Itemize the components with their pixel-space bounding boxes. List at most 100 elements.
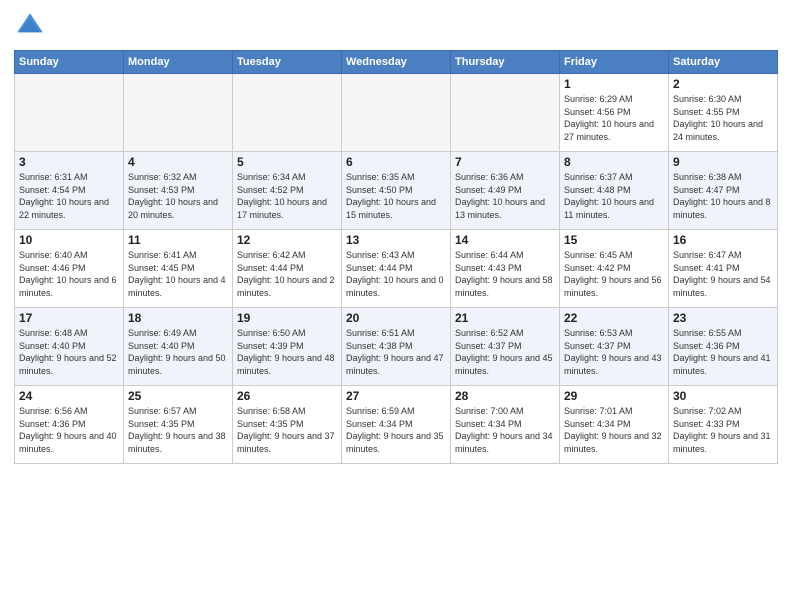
calendar-cell: 2 Sunrise: 6:30 AM Sunset: 4:55 PM Daylig… (669, 74, 778, 152)
calendar-cell: 11 Sunrise: 6:41 AM Sunset: 4:45 PM Dayli… (124, 230, 233, 308)
calendar-cell: 28 Sunrise: 7:00 AM Sunset: 4:34 PM Dayli… (451, 386, 560, 464)
calendar-week-row: 1Sunrise: 6:29 AM Sunset: 4:56 PM Daylig… (15, 74, 778, 152)
calendar-cell: 18 Sunrise: 6:49 AM Sunset: 4:40 PM Dayli… (124, 308, 233, 386)
calendar-cell: 10 Sunrise: 6:40 AM Sunset: 4:46 PM Dayli… (15, 230, 124, 308)
calendar-cell: 14 Sunrise: 6:44 AM Sunset: 4:43 PM Dayli… (451, 230, 560, 308)
calendar-cell: 30 Sunrise: 7:02 AM Sunset: 4:33 PM Dayli… (669, 386, 778, 464)
day-number: 29 (564, 389, 664, 403)
calendar-cell (233, 74, 342, 152)
calendar-cell: 17 Sunrise: 6:48 AM Sunset: 4:40 PM Dayli… (15, 308, 124, 386)
day-info: Sunrise: 6:36 AM Sunset: 4:49 PM Dayligh… (455, 171, 555, 221)
day-info: Sunrise: 6:42 AM Sunset: 4:44 PM Dayligh… (237, 249, 337, 299)
day-number: 8 (564, 155, 664, 169)
day-info: Sunrise: 6:31 AM Sunset: 4:54 PM Dayligh… (19, 171, 119, 221)
calendar-cell: 20Sunrise: 6:51 AM Sunset: 4:38 PM Dayli… (342, 308, 451, 386)
page-container: SundayMondayTuesdayWednesdayThursdayFrid… (0, 0, 792, 470)
weekday-header: Sunday (15, 51, 124, 74)
day-number: 6 (346, 155, 446, 169)
calendar-cell: 23Sunrise: 6:55 AM Sunset: 4:36 PM Dayli… (669, 308, 778, 386)
day-info: Sunrise: 6:47 AM Sunset: 4:41 PM Dayligh… (673, 249, 773, 299)
weekday-header: Wednesday (342, 51, 451, 74)
weekday-header: Friday (560, 51, 669, 74)
logo (14, 10, 50, 42)
day-number: 26 (237, 389, 337, 403)
weekday-header: Thursday (451, 51, 560, 74)
day-info: Sunrise: 6:52 AM Sunset: 4:37 PM Dayligh… (455, 327, 555, 377)
calendar-cell: 25 Sunrise: 6:57 AM Sunset: 4:35 PM Dayli… (124, 386, 233, 464)
day-info: Sunrise: 6:43 AM Sunset: 4:44 PM Dayligh… (346, 249, 446, 299)
day-number: 2 (673, 77, 773, 91)
calendar-cell: 19Sunrise: 6:50 AM Sunset: 4:39 PM Dayli… (233, 308, 342, 386)
day-info: Sunrise: 6:51 AM Sunset: 4:38 PM Dayligh… (346, 327, 446, 377)
day-info: Sunrise: 6:48 AM Sunset: 4:40 PM Dayligh… (19, 327, 119, 377)
day-info: Sunrise: 6:44 AM Sunset: 4:43 PM Dayligh… (455, 249, 555, 299)
calendar-cell: 29 Sunrise: 7:01 AM Sunset: 4:34 PM Dayli… (560, 386, 669, 464)
day-info: Sunrise: 6:45 AM Sunset: 4:42 PM Dayligh… (564, 249, 664, 299)
day-number: 13 (346, 233, 446, 247)
calendar-cell: 9 Sunrise: 6:38 AM Sunset: 4:47 PM Daylig… (669, 152, 778, 230)
calendar-header-row: SundayMondayTuesdayWednesdayThursdayFrid… (15, 51, 778, 74)
day-info: Sunrise: 6:57 AM Sunset: 4:35 PM Dayligh… (128, 405, 228, 455)
day-number: 25 (128, 389, 228, 403)
day-info: Sunrise: 7:01 AM Sunset: 4:34 PM Dayligh… (564, 405, 664, 455)
calendar-week-row: 10 Sunrise: 6:40 AM Sunset: 4:46 PM Dayli… (15, 230, 778, 308)
day-info: Sunrise: 6:37 AM Sunset: 4:48 PM Dayligh… (564, 171, 664, 221)
calendar-cell: 16 Sunrise: 6:47 AM Sunset: 4:41 PM Dayli… (669, 230, 778, 308)
day-number: 19 (237, 311, 337, 325)
day-number: 21 (455, 311, 555, 325)
calendar-cell (342, 74, 451, 152)
calendar-cell: 3 Sunrise: 6:31 AM Sunset: 4:54 PM Daylig… (15, 152, 124, 230)
calendar-cell: 22 Sunrise: 6:53 AM Sunset: 4:37 PM Dayli… (560, 308, 669, 386)
day-number: 16 (673, 233, 773, 247)
calendar-cell (15, 74, 124, 152)
calendar-week-row: 17 Sunrise: 6:48 AM Sunset: 4:40 PM Dayli… (15, 308, 778, 386)
calendar-cell: 21 Sunrise: 6:52 AM Sunset: 4:37 PM Dayli… (451, 308, 560, 386)
day-info: Sunrise: 6:30 AM Sunset: 4:55 PM Dayligh… (673, 93, 773, 143)
day-number: 22 (564, 311, 664, 325)
day-number: 17 (19, 311, 119, 325)
calendar-cell: 5Sunrise: 6:34 AM Sunset: 4:52 PM Daylig… (233, 152, 342, 230)
day-number: 11 (128, 233, 228, 247)
day-info: Sunrise: 6:35 AM Sunset: 4:50 PM Dayligh… (346, 171, 446, 221)
calendar-cell: 12Sunrise: 6:42 AM Sunset: 4:44 PM Dayli… (233, 230, 342, 308)
day-number: 3 (19, 155, 119, 169)
day-info: Sunrise: 7:00 AM Sunset: 4:34 PM Dayligh… (455, 405, 555, 455)
day-info: Sunrise: 6:49 AM Sunset: 4:40 PM Dayligh… (128, 327, 228, 377)
calendar-cell: 15 Sunrise: 6:45 AM Sunset: 4:42 PM Dayli… (560, 230, 669, 308)
calendar-cell: 4Sunrise: 6:32 AM Sunset: 4:53 PM Daylig… (124, 152, 233, 230)
weekday-header: Saturday (669, 51, 778, 74)
day-number: 27 (346, 389, 446, 403)
day-number: 24 (19, 389, 119, 403)
day-number: 28 (455, 389, 555, 403)
day-number: 4 (128, 155, 228, 169)
day-info: Sunrise: 6:29 AM Sunset: 4:56 PM Dayligh… (564, 93, 664, 143)
day-info: Sunrise: 6:56 AM Sunset: 4:36 PM Dayligh… (19, 405, 119, 455)
calendar-cell: 24 Sunrise: 6:56 AM Sunset: 4:36 PM Dayli… (15, 386, 124, 464)
day-info: Sunrise: 6:53 AM Sunset: 4:37 PM Dayligh… (564, 327, 664, 377)
calendar-cell (124, 74, 233, 152)
day-number: 14 (455, 233, 555, 247)
calendar-cell: 7 Sunrise: 6:36 AM Sunset: 4:49 PM Daylig… (451, 152, 560, 230)
day-number: 15 (564, 233, 664, 247)
day-number: 7 (455, 155, 555, 169)
day-number: 10 (19, 233, 119, 247)
day-info: Sunrise: 7:02 AM Sunset: 4:33 PM Dayligh… (673, 405, 773, 455)
day-info: Sunrise: 6:40 AM Sunset: 4:46 PM Dayligh… (19, 249, 119, 299)
logo-icon (14, 10, 46, 42)
calendar-cell: 13 Sunrise: 6:43 AM Sunset: 4:44 PM Dayli… (342, 230, 451, 308)
day-number: 30 (673, 389, 773, 403)
day-info: Sunrise: 6:34 AM Sunset: 4:52 PM Dayligh… (237, 171, 337, 221)
calendar-cell: 26Sunrise: 6:58 AM Sunset: 4:35 PM Dayli… (233, 386, 342, 464)
weekday-header: Tuesday (233, 51, 342, 74)
calendar-week-row: 24 Sunrise: 6:56 AM Sunset: 4:36 PM Dayli… (15, 386, 778, 464)
day-number: 23 (673, 311, 773, 325)
calendar-week-row: 3 Sunrise: 6:31 AM Sunset: 4:54 PM Daylig… (15, 152, 778, 230)
day-number: 18 (128, 311, 228, 325)
day-info: Sunrise: 6:38 AM Sunset: 4:47 PM Dayligh… (673, 171, 773, 221)
day-info: Sunrise: 6:41 AM Sunset: 4:45 PM Dayligh… (128, 249, 228, 299)
header (14, 10, 778, 42)
day-info: Sunrise: 6:59 AM Sunset: 4:34 PM Dayligh… (346, 405, 446, 455)
calendar-cell: 1Sunrise: 6:29 AM Sunset: 4:56 PM Daylig… (560, 74, 669, 152)
calendar-cell: 27 Sunrise: 6:59 AM Sunset: 4:34 PM Dayli… (342, 386, 451, 464)
day-number: 9 (673, 155, 773, 169)
